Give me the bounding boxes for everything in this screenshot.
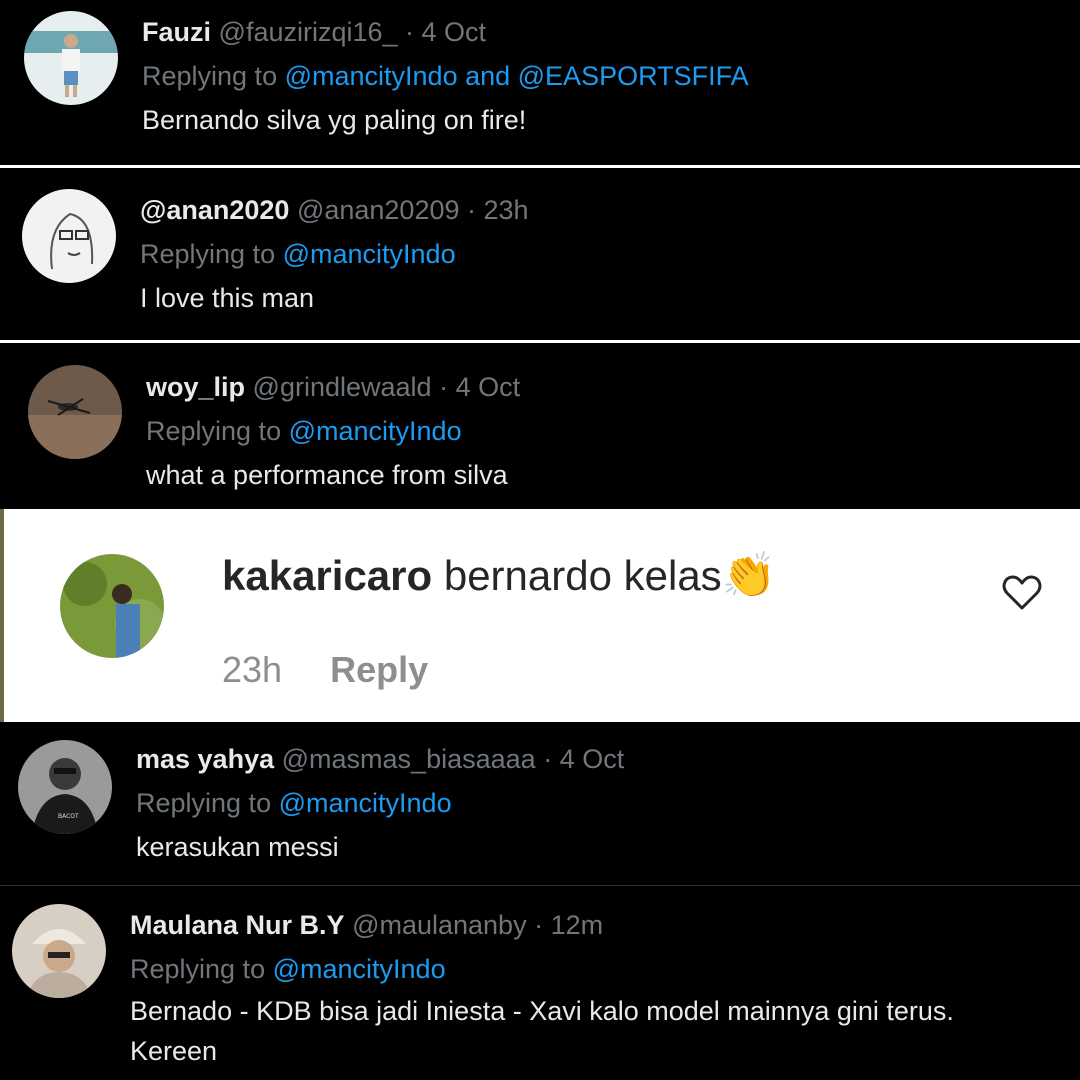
tweet-body: Fauzi @fauzirizqi16_ · 4 Oct Replying to… bbox=[142, 10, 749, 142]
tweet-text-continued: Kereen bbox=[130, 1036, 218, 1066]
replying-label: Replying to bbox=[130, 954, 266, 984]
display-name[interactable]: mas yahya bbox=[136, 744, 274, 774]
comment-text: bernardo kelas bbox=[443, 552, 722, 599]
svg-text:BACOT: BACOT bbox=[58, 813, 79, 820]
user-handle[interactable]: @masmas_biasaaaa bbox=[282, 744, 536, 774]
tweet-card[interactable]: Fauzi @fauzirizqi16_ · 4 Oct Replying to… bbox=[0, 0, 1080, 165]
mention-link[interactable]: @mancityIndo bbox=[283, 239, 456, 269]
user-handle[interactable]: @grindlewaald bbox=[253, 372, 432, 402]
clapping-hands-icon: 👏 bbox=[721, 551, 777, 600]
comment-footer: 23h Reply bbox=[222, 649, 466, 691]
mention-link[interactable]: @mancityIndo bbox=[273, 954, 446, 984]
person-hat-avatar[interactable] bbox=[12, 904, 106, 998]
display-name[interactable]: Maulana Nur B.Y bbox=[130, 910, 345, 940]
replying-label: Replying to bbox=[146, 416, 282, 446]
tweet-text: I love this man bbox=[140, 283, 315, 313]
comment-time: 23h bbox=[222, 649, 283, 690]
sketch-face-avatar[interactable] bbox=[22, 189, 116, 283]
tweet-card[interactable]: BACOT mas yahya @masmas_biasaaaa · 4 Oct… bbox=[0, 722, 1080, 885]
user-handle[interactable]: @maulananby bbox=[352, 910, 527, 940]
timestamp[interactable]: · 4 Oct bbox=[543, 744, 624, 774]
user-handle[interactable]: @fauzirizqi16_ bbox=[219, 17, 398, 47]
timestamp[interactable]: · 23h bbox=[467, 195, 529, 225]
instagram-comment[interactable]: kakaricaro bernardo kelas👏 23h Reply bbox=[0, 509, 1080, 722]
tweet-card[interactable]: Maulana Nur B.Y @maulananby · 12m Replyi… bbox=[0, 886, 1080, 1080]
replying-label: Replying to bbox=[142, 61, 278, 91]
timestamp[interactable]: · 4 Oct bbox=[439, 372, 520, 402]
person-dark-avatar[interactable]: BACOT bbox=[18, 740, 112, 834]
display-name[interactable]: @anan2020 bbox=[140, 195, 289, 225]
mention-link[interactable]: @mancityIndo bbox=[279, 788, 452, 818]
tweet-card[interactable]: @anan2020 @anan20209 · 23h Replying to @… bbox=[0, 168, 1080, 340]
comment-line: kakaricaro bernardo kelas👏 bbox=[222, 549, 776, 601]
person-outdoor-avatar[interactable] bbox=[60, 554, 164, 658]
heart-outline-icon[interactable] bbox=[1002, 575, 1042, 611]
tweet-text: Bernando silva yg paling on fire! bbox=[142, 105, 527, 135]
tweet-body: @anan2020 @anan20209 · 23h Replying to @… bbox=[140, 188, 529, 320]
reply-button[interactable]: Reply bbox=[330, 649, 428, 690]
tweet-text: Bernado - KDB bisa jadi Iniesta - Xavi k… bbox=[130, 996, 954, 1026]
insect-avatar[interactable] bbox=[28, 365, 122, 459]
tweet-text: what a performance from silva bbox=[146, 460, 508, 490]
replying-label: Replying to bbox=[136, 788, 272, 818]
user-handle[interactable]: @anan20209 bbox=[297, 195, 460, 225]
tweet-text: kerasukan messi bbox=[136, 832, 339, 862]
mention-link[interactable]: @mancityIndo and @EASPORTSFIFA bbox=[285, 61, 749, 91]
person-standing-avatar[interactable] bbox=[24, 11, 118, 105]
comment-username[interactable]: kakaricaro bbox=[222, 552, 432, 599]
replying-label: Replying to bbox=[140, 239, 276, 269]
timestamp[interactable]: · 12m bbox=[534, 910, 603, 940]
mention-link[interactable]: @mancityIndo bbox=[289, 416, 462, 446]
timestamp[interactable]: · 4 Oct bbox=[405, 17, 486, 47]
tweet-body: woy_lip @grindlewaald · 4 Oct Replying t… bbox=[146, 365, 520, 497]
tweet-body: mas yahya @masmas_biasaaaa · 4 Oct Reply… bbox=[136, 737, 624, 869]
tweet-card[interactable]: woy_lip @grindlewaald · 4 Oct Replying t… bbox=[0, 343, 1080, 509]
display-name[interactable]: woy_lip bbox=[146, 372, 245, 402]
display-name[interactable]: Fauzi bbox=[142, 17, 211, 47]
tweet-body: Maulana Nur B.Y @maulananby · 12m Replyi… bbox=[130, 903, 1060, 1071]
